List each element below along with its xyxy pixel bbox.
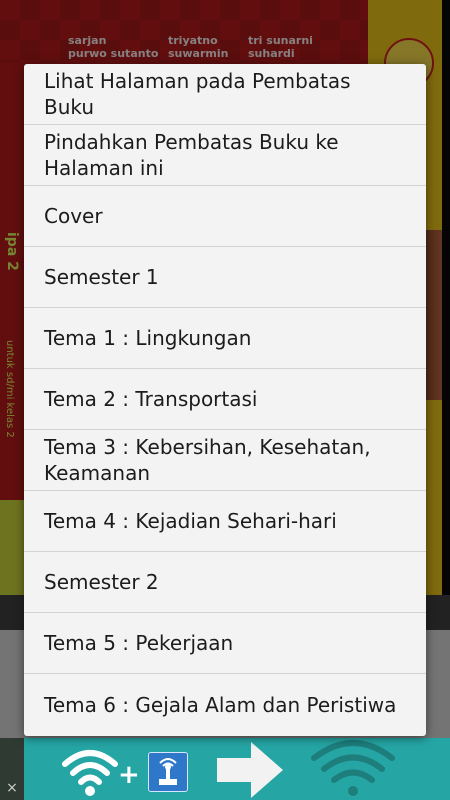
menu-item-tema-6[interactable]: Tema 6 : Gejala Alam dan Peristiwa — [24, 674, 426, 736]
menu-item-semester-2[interactable]: Semester 2 — [24, 552, 426, 613]
plus-icon: + — [118, 760, 140, 790]
menu-item-move-bookmark[interactable]: Pindahkan Pembatas Buku ke Halaman ini — [24, 125, 426, 186]
menu-item-view-bookmark[interactable]: Lihat Halaman pada Pembatas Buku — [24, 64, 426, 125]
menu-item-label: Semester 2 — [44, 570, 159, 594]
menu-item-tema-5[interactable]: Tema 5 : Pekerjaan — [24, 613, 426, 674]
menu-item-label: Pindahkan Pembatas Buku ke Halaman ini — [44, 130, 339, 180]
wifi-icon — [62, 750, 118, 796]
menu-item-label: Tema 3 : Kebersihan, Kesehatan, Keamanan — [44, 435, 371, 485]
menu-item-tema-1[interactable]: Tema 1 : Lingkungan — [24, 308, 426, 369]
menu-item-label: Semester 1 — [44, 265, 159, 289]
menu-item-tema-3[interactable]: Tema 3 : Kebersihan, Kesehatan, Keamanan — [24, 430, 426, 491]
menu-item-label: Lihat Halaman pada Pembatas Buku — [44, 69, 351, 119]
menu-item-label: Tema 6 : Gejala Alam dan Peristiwa — [44, 693, 397, 717]
menu-item-cover[interactable]: Cover — [24, 186, 426, 247]
menu-item-label: Tema 1 : Lingkungan — [44, 326, 252, 350]
menu-item-tema-4[interactable]: Tema 4 : Kejadian Sehari-hari — [24, 491, 426, 552]
menu-item-semester-1[interactable]: Semester 1 — [24, 247, 426, 308]
menu-item-label: Tema 2 : Transportasi — [44, 387, 258, 411]
menu-item-tema-2[interactable]: Tema 2 : Transportasi — [24, 369, 426, 430]
menu-item-label: Tema 5 : Pekerjaan — [44, 631, 234, 655]
wifi-icon — [311, 740, 395, 796]
router-icon — [148, 752, 188, 792]
bookmark-menu-dialog: Lihat Halaman pada Pembatas Buku Pindahk… — [24, 64, 426, 736]
ad-close-icon[interactable]: × — [4, 780, 20, 796]
menu-item-label: Tema 4 : Kejadian Sehari-hari — [44, 509, 337, 533]
arrow-right-icon — [217, 742, 283, 798]
menu-item-label: Cover — [44, 204, 103, 228]
